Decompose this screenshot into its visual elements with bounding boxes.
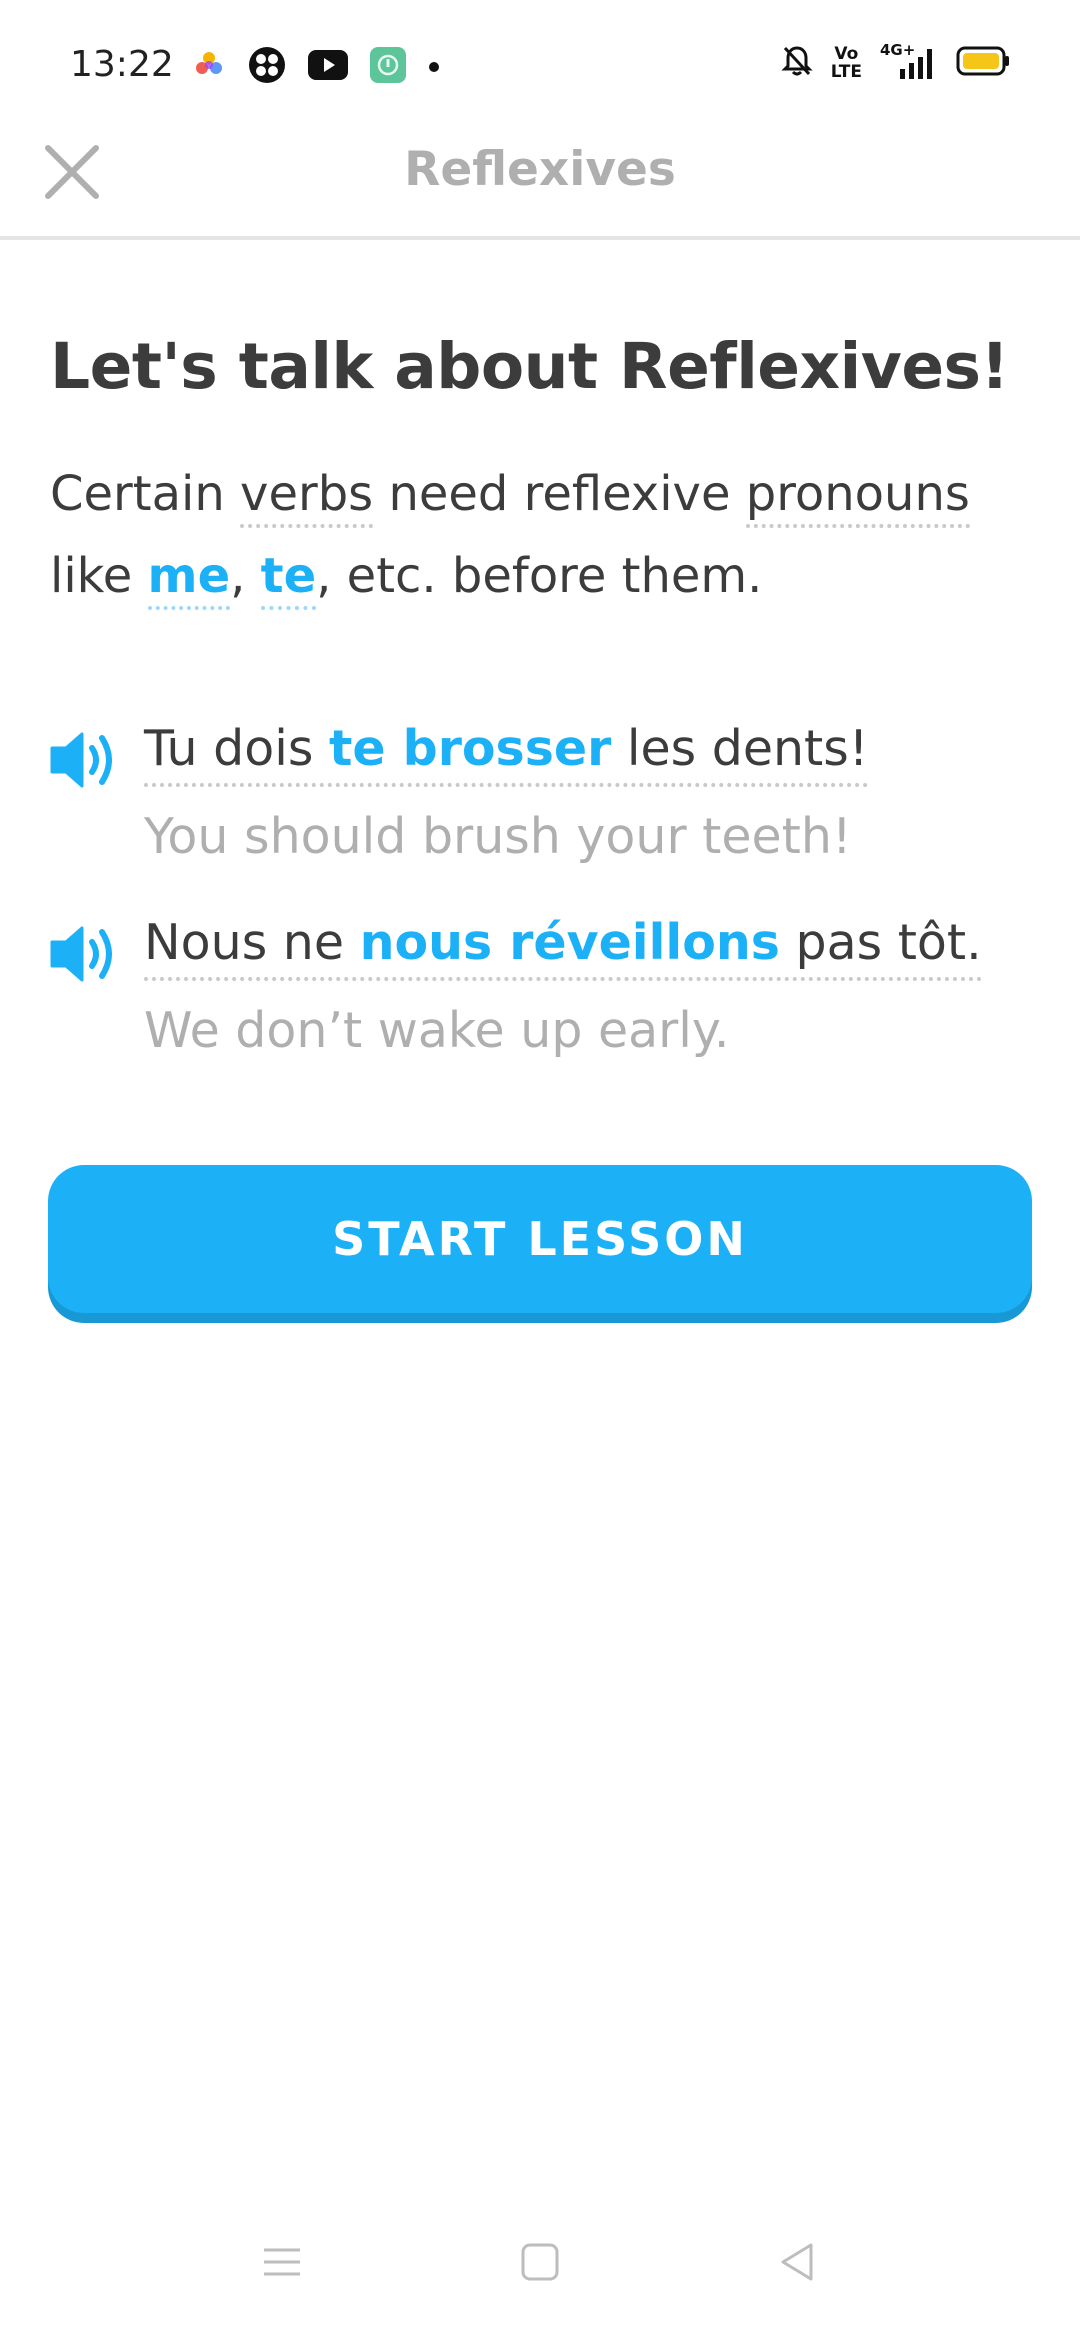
header-title: Reflexives [404, 142, 676, 197]
status-right-icons: Vo LTE 4G+ [781, 41, 1010, 82]
screen: 13:22 Vo LTE 4G+ Reflexives Let's talk a… [0, 0, 1080, 2340]
volte-label-top: Vo [834, 44, 859, 64]
fr-text: Nous ne [144, 914, 360, 971]
fr-text: pas tôt. [779, 914, 982, 971]
volte-icon: Vo LTE [831, 45, 862, 81]
battery-icon [956, 46, 1010, 80]
lesson-heading: Let's talk about Reflexives! [50, 330, 1009, 403]
intro-text: , etc. before them. [316, 548, 763, 604]
start-lesson-button[interactable]: START LESSON [48, 1165, 1032, 1313]
word-verbs[interactable]: verbs [240, 466, 374, 528]
example-french[interactable]: Nous ne nous réveillons pas tôt. [144, 914, 982, 981]
youtube-icon [308, 50, 348, 84]
example-english: You should brush your teeth! [144, 808, 852, 865]
status-bar: 13:22 Vo LTE 4G+ [0, 0, 1080, 130]
fr-highlight: nous réveillons [359, 914, 780, 971]
lesson-content: Let's talk about Reflexives! Certain ver… [50, 330, 1030, 617]
app-icon [248, 46, 286, 88]
lesson-header: Reflexives [0, 130, 1080, 240]
status-time: 13:22 [70, 44, 174, 85]
example-french[interactable]: Tu dois te brosser les dents! [144, 720, 869, 787]
menu-icon[interactable] [260, 2240, 304, 2288]
example-english: We don’t wake up early. [144, 1002, 730, 1059]
back-icon[interactable] [775, 2240, 819, 2288]
mute-bell-icon [781, 44, 813, 82]
fr-highlight: te brosser [328, 720, 612, 777]
intro-text: need reflexive [373, 466, 746, 522]
example-item: Nous ne nous réveillons pas tôt. We don’… [48, 914, 1048, 1108]
word-te[interactable]: te [260, 548, 317, 610]
fr-text: les dents! [611, 720, 869, 777]
intro-text: like [50, 548, 148, 604]
example-item: Tu dois te brosser les dents! You should… [48, 720, 1048, 914]
fr-text: Tu dois [144, 720, 329, 777]
examples-list: Tu dois te brosser les dents! You should… [48, 720, 1048, 1108]
dot-icon [428, 58, 440, 77]
tracker-icon [370, 47, 406, 87]
start-lesson-label: START LESSON [332, 1212, 748, 1266]
intro-separator: , [230, 548, 261, 604]
lesson-intro: Certain verbs need reflexive pronouns li… [50, 453, 1030, 617]
home-icon[interactable] [518, 2240, 562, 2288]
word-pronouns[interactable]: pronouns [745, 466, 970, 528]
system-nav-bar [0, 2220, 1080, 2340]
speaker-icon [50, 926, 112, 982]
status-left-icons [192, 46, 440, 88]
speaker-button[interactable] [48, 922, 120, 986]
photos-icon [192, 48, 226, 86]
speaker-icon [50, 732, 112, 788]
speaker-button[interactable] [48, 728, 120, 792]
intro-text: Certain [50, 466, 241, 522]
signal-4g-icon: 4G+ [880, 41, 938, 81]
word-me[interactable]: me [147, 548, 231, 610]
volte-label-bottom: LTE [830, 62, 862, 82]
